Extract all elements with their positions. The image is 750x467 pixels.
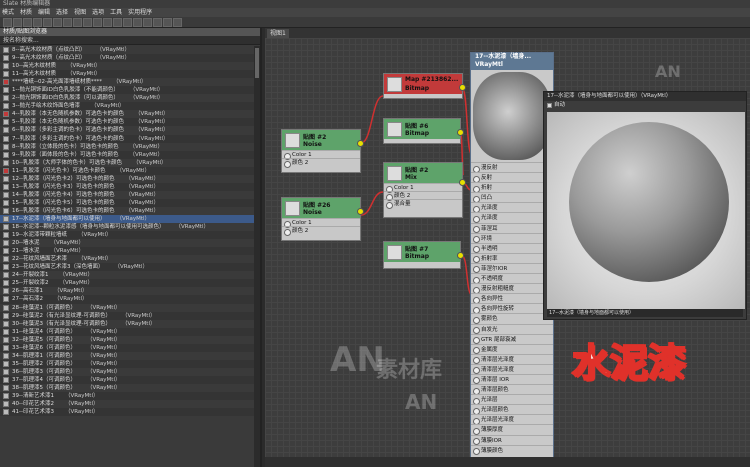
vray-input-slot[interactable]: 漫反射 (471, 162, 553, 173)
output-socket[interactable] (459, 84, 466, 91)
input-slot[interactable]: Color 1 (384, 183, 462, 193)
vray-input-slot[interactable]: 各向异性旋转 (471, 303, 553, 314)
node-title: 贴图 #6 (405, 123, 429, 130)
vray-input-slot[interactable]: 光泽层光泽度 (471, 414, 553, 425)
node-vraymtl[interactable]: 17--水泥漆（墙身... VRayMtl 漫反射 反射 折射 凹凸 光泽度 光泽度 菲涅耳… (470, 52, 554, 467)
map-thumbnail (387, 77, 402, 92)
node-type: VRayMtl (475, 61, 503, 68)
preview-title: 17--水泥漆（墙身与地面都可以使用）（VRayMtl） (544, 92, 746, 101)
mix-thumbnail (387, 166, 402, 181)
node-noise-26[interactable]: 贴图 #26 Noise Color 1 颜色 2 (281, 197, 364, 241)
bitmap-thumbnail (387, 245, 402, 260)
sphere-render (569, 122, 729, 282)
node-title: 17--水泥漆（墙身... (475, 53, 532, 60)
vray-input-slot[interactable]: 清漆层 IOR (471, 373, 553, 385)
vray-input-slot[interactable]: 薄膜厚度 (471, 424, 553, 436)
vray-input-slot[interactable]: 漫反射粗糙度 (471, 283, 553, 294)
vray-input-slot[interactable]: GTR 尾部衰减 (471, 333, 553, 345)
vray-input-slot[interactable]: 凹凸 (471, 192, 553, 203)
vray-input-slot[interactable]: 清漆层光泽度 (471, 363, 553, 375)
input-slot[interactable]: 颜色 2 (384, 191, 462, 201)
vray-input-slot[interactable]: 光泽度 (471, 212, 553, 224)
vray-input-slot[interactable]: 菲涅尔IOR (471, 262, 553, 274)
bitmap-thumbnail (387, 122, 402, 137)
auto-label: 自动 (554, 102, 566, 108)
vray-input-slot[interactable]: 光泽层颜色 (471, 404, 553, 415)
input-slot[interactable]: 颜色 2 (282, 226, 360, 236)
output-socket[interactable] (457, 252, 464, 259)
material-thumbnail (473, 72, 551, 160)
auto-checkbox[interactable]: 自动 (544, 101, 746, 110)
node-type: Bitmap (405, 130, 430, 137)
node-title: 贴图 #7 (405, 246, 429, 253)
output-socket[interactable] (459, 179, 466, 186)
output-socket[interactable] (357, 140, 364, 147)
output-socket[interactable] (357, 208, 364, 215)
watermark-logo: AN (405, 390, 438, 414)
node-type: Noise (303, 141, 322, 148)
vray-input-slot[interactable]: 清漆层颜色 (471, 384, 553, 395)
node-title: Map #213862... (405, 76, 459, 83)
vray-input-slot[interactable]: 环境 (471, 232, 553, 244)
input-slot[interactable]: 颜色 2 (282, 158, 360, 168)
vray-input-slot[interactable]: 薄膜IOR (471, 434, 553, 446)
noise-thumbnail (285, 201, 300, 216)
checkbox-icon[interactable] (547, 103, 552, 108)
preview-image (547, 112, 745, 309)
watermark-text: 素材库 (376, 358, 443, 383)
vray-input-slot[interactable]: 清漆层光泽度 (471, 353, 553, 365)
material-preview-window[interactable]: 17--水泥漆（墙身与地面都可以使用）（VRayMtl） 自动 17--水泥漆（… (543, 91, 747, 320)
node-type: Bitmap (405, 253, 430, 260)
status-bar (265, 457, 750, 467)
vray-input-slot[interactable]: 半透明 (471, 242, 553, 254)
node-type: Noise (303, 209, 322, 216)
node-title: 贴图 #2 (303, 134, 327, 141)
overlay-title: 水泥漆 (571, 340, 687, 386)
node-bitmap-6[interactable]: 贴图 #6 Bitmap (383, 118, 464, 144)
input-slot[interactable]: Color 1 (282, 150, 360, 160)
vray-input-slot[interactable]: 折射率 (471, 252, 553, 264)
vray-input-slot[interactable]: 光泽层 (471, 394, 553, 405)
node-bitmap-7[interactable]: 贴图 #7 Bitmap (383, 241, 464, 269)
node-type: Mix (405, 174, 417, 181)
vray-input-slot[interactable]: 雾颜色 (471, 313, 553, 325)
vray-input-slot[interactable]: 薄膜颜色 (471, 444, 553, 456)
vray-input-slot[interactable]: 折射 (471, 182, 553, 193)
output-socket[interactable] (457, 129, 464, 136)
noise-thumbnail (285, 133, 300, 148)
vray-input-slot[interactable]: 自发光 (471, 323, 553, 335)
vray-input-slot[interactable]: 不透明度 (471, 273, 553, 284)
preview-footer[interactable]: 17--水泥漆（墙身与地面都可以使用） (547, 309, 743, 317)
vray-input-slot[interactable]: 光泽度 (471, 202, 553, 213)
node-type: Bitmap (405, 85, 430, 92)
node-title: 贴图 #2 (405, 167, 429, 174)
input-slot[interactable]: Color 1 (282, 218, 360, 228)
node-noise-2[interactable]: 贴图 #2 Noise Color 1 颜色 2 (281, 129, 364, 173)
watermark-logo: AN (655, 62, 681, 81)
input-slot[interactable]: 混合量 (384, 199, 462, 209)
vray-input-slot[interactable]: 各向异性 (471, 293, 553, 304)
node-title: 贴图 #26 (303, 202, 331, 209)
vray-input-slot[interactable]: 反射 (471, 172, 553, 183)
node-map-bitmap[interactable]: Map #213862... Bitmap (383, 73, 466, 99)
vray-node-header: 17--水泥漆（墙身... VRayMtl (471, 53, 553, 70)
node-mix[interactable]: 贴图 #2 Mix Color 1 颜色 2 混合量 (383, 162, 466, 218)
vray-input-slot[interactable]: 金属度 (471, 343, 553, 355)
vray-input-slot[interactable]: 菲涅耳 (471, 222, 553, 234)
